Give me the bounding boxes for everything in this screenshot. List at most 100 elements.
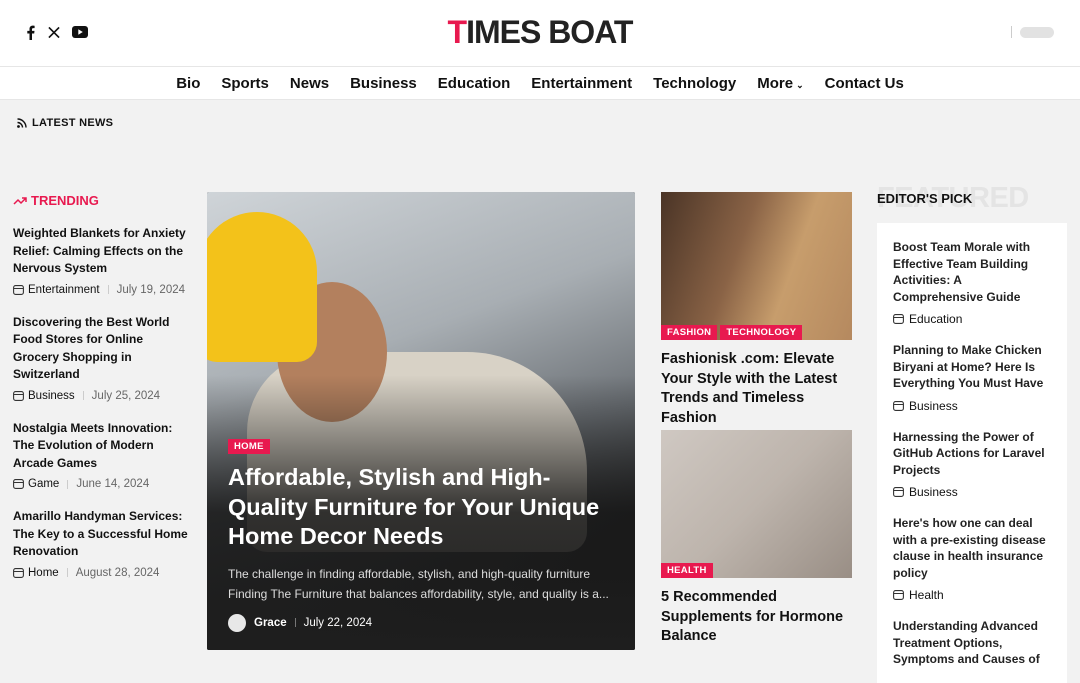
nav-item-bio[interactable]: Bio	[176, 75, 200, 92]
divider	[107, 285, 109, 294]
nav-item-entertainment[interactable]: Entertainment	[531, 75, 632, 92]
card-title[interactable]: 5 Recommended Supplements for Hormone Ba…	[661, 588, 852, 647]
category-label: Health	[909, 588, 944, 602]
latest-news-label: LATEST NEWS	[17, 117, 113, 129]
list-item: Discovering the Best World Food Stores f…	[13, 314, 188, 402]
header-actions	[1011, 26, 1054, 38]
list-item: Harnessing the Power of GitHub Actions f…	[877, 413, 1067, 500]
trending-title[interactable]: Amarillo Handyman Services: The Key to a…	[13, 508, 188, 561]
post-meta: Grace July 22, 2024	[228, 613, 618, 632]
divider	[67, 479, 69, 489]
trending-heading-text: TRENDING	[31, 193, 99, 208]
dark-mode-toggle[interactable]	[1020, 26, 1054, 38]
latest-news-text: LATEST NEWS	[32, 117, 114, 129]
post-meta: Game June 14, 2024	[13, 478, 188, 490]
category-link[interactable]: Business	[893, 399, 1051, 413]
featured-excerpt: The challenge in finding affordable, sty…	[228, 566, 609, 601]
post-meta: Entertainment July 19, 2024	[13, 284, 188, 296]
avatar[interactable]	[228, 613, 246, 632]
nav-item-contact[interactable]: Contact Us	[825, 75, 904, 92]
editors-pick-title[interactable]: Harnessing the Power of GitHub Actions f…	[893, 429, 1051, 479]
nav-item-more-label: More	[757, 74, 794, 92]
chevron-down-icon: ⌄	[796, 79, 804, 90]
main-nav: Bio Sports News Business Education Enter…	[0, 67, 1080, 100]
folder-icon	[13, 479, 24, 489]
editors-pick-title[interactable]: Planning to Make Chicken Biryani at Home…	[893, 342, 1051, 392]
list-item: Boost Team Morale with Effective Team Bu…	[877, 223, 1067, 326]
trending-up-icon	[13, 196, 27, 206]
category-label: Business	[909, 398, 958, 413]
divider	[1011, 26, 1012, 38]
trending-heading: TRENDING	[13, 193, 99, 208]
folder-icon	[893, 400, 904, 411]
logo-accent: T	[447, 14, 468, 50]
featured-post[interactable]: HOME Affordable, Stylish and High-Qualit…	[207, 192, 635, 650]
category-link[interactable]: Education	[893, 312, 1051, 326]
folder-icon	[893, 487, 904, 497]
category-label: Entertainment	[28, 283, 100, 296]
editors-pick-title[interactable]: Understanding Advanced Treatment Options…	[893, 618, 1051, 668]
divider	[294, 618, 296, 627]
card-image[interactable]: FASHION TECHNOLOGY	[661, 192, 852, 340]
nav-item-sports[interactable]: Sports	[221, 75, 269, 92]
category-link[interactable]: Health	[893, 588, 1051, 602]
post-date: July 25, 2024	[91, 389, 161, 402]
list-item: Here's how one can deal with a pre-exist…	[877, 499, 1067, 602]
category-label: Business	[909, 485, 958, 499]
nav-item-more[interactable]: More ⌄	[757, 75, 803, 92]
folder-icon	[13, 390, 24, 401]
post-card: FASHION TECHNOLOGY Fashionisk .com: Elev…	[661, 192, 852, 428]
post-date: July 22, 2024	[303, 616, 373, 629]
category-link[interactable]: Business	[13, 390, 75, 402]
category-label: Game	[28, 478, 60, 490]
category-label: Business	[28, 389, 75, 402]
folder-icon	[893, 314, 904, 324]
badge-group: FASHION TECHNOLOGY	[661, 325, 803, 340]
trending-title[interactable]: Nostalgia Meets Innovation: The Evolutio…	[13, 420, 188, 473]
featured-title[interactable]: Affordable, Stylish and High-Quality Fur…	[228, 463, 618, 552]
editors-pick-title[interactable]: Here's how one can deal with a pre-exist…	[893, 515, 1051, 581]
category-label: Education	[909, 312, 963, 326]
logo-text: IMES BOAT	[466, 14, 633, 50]
nav-item-education[interactable]: Education	[438, 75, 511, 92]
post-meta: Home August 28, 2024	[13, 567, 188, 579]
trending-title[interactable]: Discovering the Best World Food Stores f…	[13, 314, 188, 384]
category-badge[interactable]: FASHION	[661, 325, 718, 340]
nav-item-news[interactable]: News	[290, 75, 329, 92]
trending-title[interactable]: Weighted Blankets for Anxiety Relief: Ca…	[13, 225, 188, 278]
editors-pick-list: Boost Team Morale with Effective Team Bu…	[877, 223, 1067, 683]
list-item: Planning to Make Chicken Biryani at Home…	[877, 326, 1067, 413]
category-badge[interactable]: HEALTH	[661, 563, 713, 578]
post-date: August 28, 2024	[75, 566, 160, 579]
divider	[82, 391, 84, 400]
list-item: Weighted Blankets for Anxiety Relief: Ca…	[13, 225, 188, 296]
post-card: HEALTH 5 Recommended Supplements for Hor…	[661, 430, 852, 647]
featured-content: HOME Affordable, Stylish and High-Qualit…	[228, 436, 618, 632]
post-date: June 14, 2024	[76, 478, 150, 490]
card-image[interactable]: HEALTH	[661, 430, 852, 578]
category-link[interactable]: Home	[13, 567, 59, 579]
category-badge[interactable]: TECHNOLOGY	[720, 325, 803, 340]
post-date: July 19, 2024	[116, 283, 186, 296]
category-badge[interactable]: HOME	[228, 439, 270, 454]
divider	[66, 568, 68, 577]
editors-pick-title[interactable]: Boost Team Morale with Effective Team Bu…	[893, 239, 1051, 305]
list-item: Amarillo Handyman Services: The Key to a…	[13, 508, 188, 579]
category-link[interactable]: Business	[893, 485, 1051, 499]
category-link[interactable]: Entertainment	[13, 284, 100, 296]
rss-icon	[17, 118, 27, 128]
trending-list: Weighted Blankets for Anxiety Relief: Ca…	[13, 225, 188, 597]
site-logo[interactable]: TIMES BOAT	[0, 14, 1080, 51]
category-label: Home	[28, 566, 59, 579]
folder-icon	[13, 567, 24, 578]
badge-group: HEALTH	[661, 563, 713, 578]
nav-item-technology[interactable]: Technology	[653, 75, 736, 92]
editors-pick-heading: EDITOR'S PICK	[877, 191, 973, 206]
post-meta: Business July 25, 2024	[13, 390, 188, 402]
author-name[interactable]: Grace	[254, 617, 287, 629]
category-link[interactable]: Game	[13, 478, 59, 490]
site-header: TIMES BOAT	[0, 0, 1080, 67]
list-item: Nostalgia Meets Innovation: The Evolutio…	[13, 420, 188, 491]
card-title[interactable]: Fashionisk .com: Elevate Your Style with…	[661, 350, 852, 428]
nav-item-business[interactable]: Business	[350, 75, 417, 92]
